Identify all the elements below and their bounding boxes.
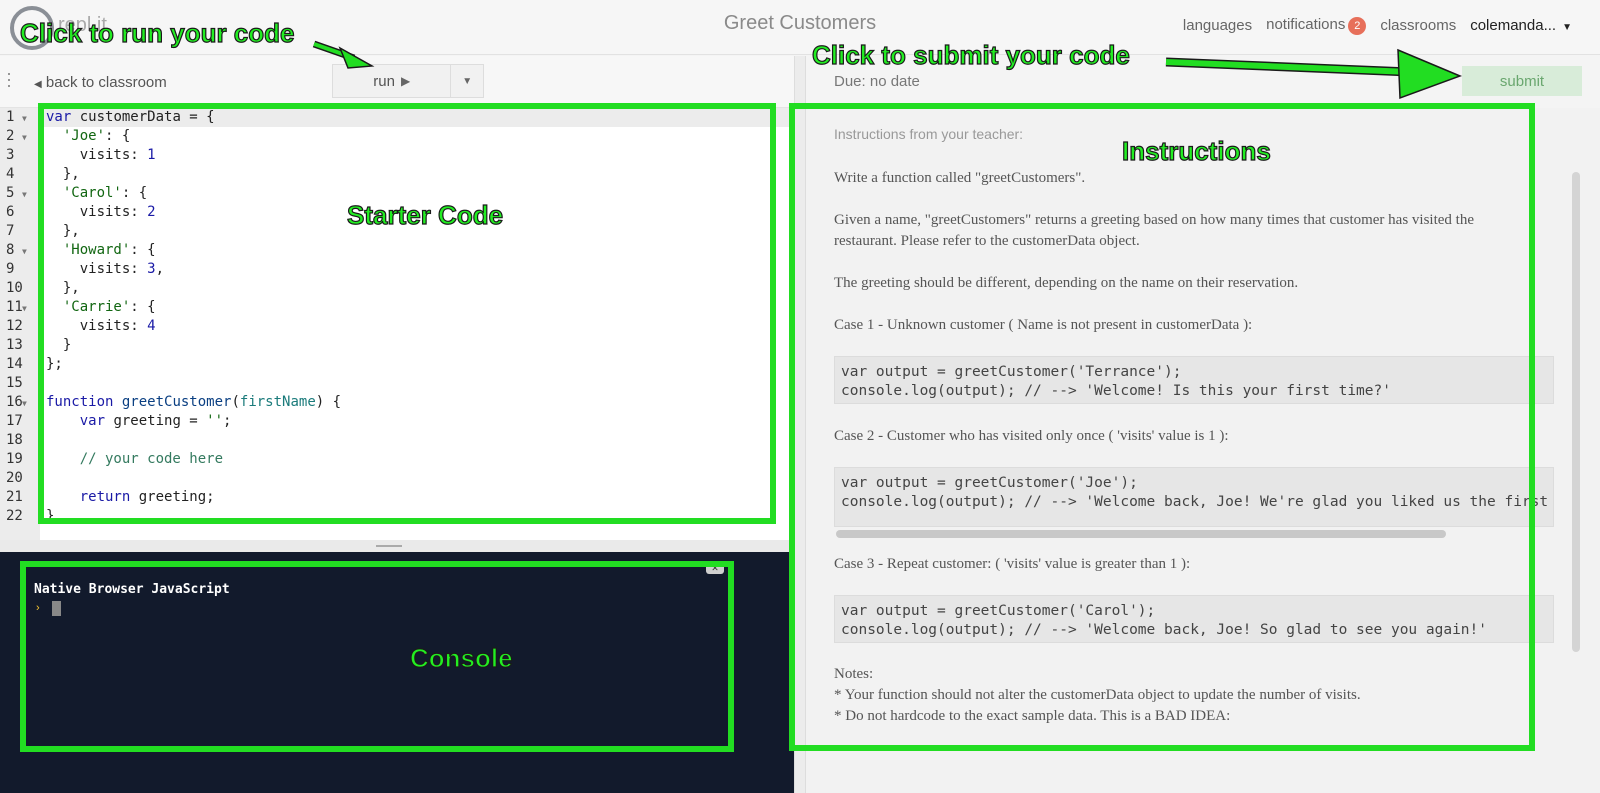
- annotation-arrows: [312, 40, 1463, 100]
- run-arrow-icon: [312, 40, 375, 69]
- submit-arrow-icon: [1165, 48, 1463, 100]
